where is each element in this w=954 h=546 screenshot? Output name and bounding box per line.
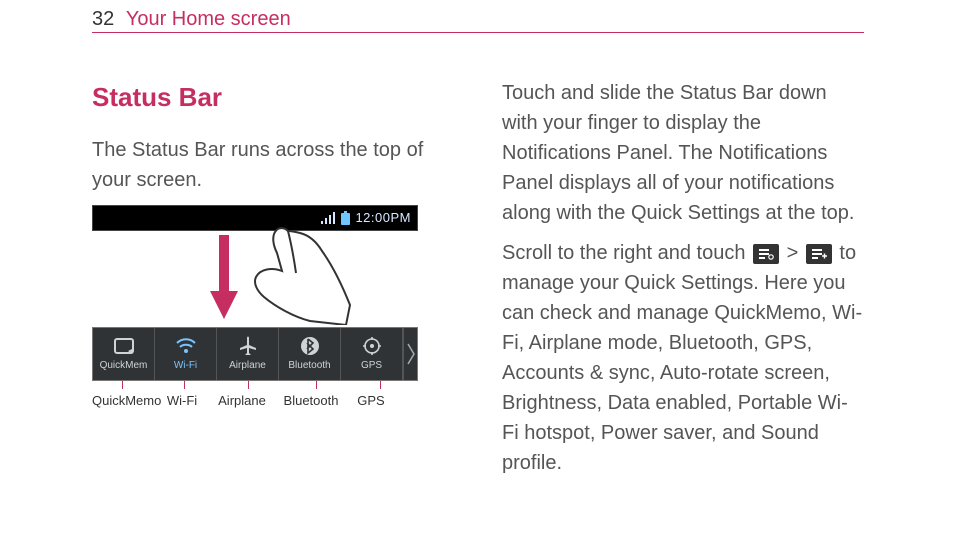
intro-text: The Status Bar runs across the top of yo… — [92, 135, 454, 195]
quick-item-bluetooth[interactable]: Bluetooth — [279, 328, 341, 380]
header-divider — [92, 32, 864, 33]
figure-label: Wi-Fi — [156, 391, 208, 411]
section-title: Status Bar — [92, 78, 454, 117]
paragraph-1: Touch and slide the Status Bar down with… — [502, 78, 864, 228]
airplane-icon — [238, 336, 258, 356]
quick-item-short: QuickMem — [100, 358, 148, 373]
content: Status Bar The Status Bar runs across th… — [92, 78, 864, 488]
figure: 12:00PM QuickMem — [92, 205, 418, 411]
quickmemo-icon — [114, 336, 134, 356]
list-edit-icon — [806, 244, 832, 264]
para2-part-c: to manage your Quick Settings. Here you … — [502, 242, 862, 474]
quick-item-short: Airplane — [229, 358, 266, 373]
list-settings-icon — [753, 244, 779, 264]
clock-text: 12:00PM — [355, 208, 411, 228]
figure-label: QuickMemo — [92, 391, 156, 411]
quick-settings-panel: QuickMem Wi-Fi Airplane — [92, 327, 418, 381]
paragraph-2: Scroll to the right and touch > to manag… — [502, 238, 864, 478]
signal-icon — [320, 212, 336, 224]
bluetooth-icon — [300, 336, 320, 356]
figure-labels: QuickMemo Wi-Fi Airplane Bluetooth GPS — [92, 391, 418, 411]
page-header: 32 Your Home screen — [92, 4, 291, 34]
chevron-right-icon[interactable] — [403, 328, 417, 380]
hand-gesture-icon — [242, 225, 352, 325]
para2-part-b: > — [781, 242, 804, 264]
page-number: 32 — [92, 8, 114, 30]
para2-part-a: Scroll to the right and touch — [502, 242, 751, 264]
label-ticks — [92, 381, 418, 389]
figure-label: GPS — [346, 391, 396, 411]
quick-item-quickmemo[interactable]: QuickMem — [93, 328, 155, 380]
left-column: Status Bar The Status Bar runs across th… — [92, 78, 454, 488]
down-arrow-icon — [210, 235, 238, 319]
gesture-area — [92, 231, 418, 327]
quick-item-short: Wi-Fi — [174, 358, 197, 373]
quick-item-wifi[interactable]: Wi-Fi — [155, 328, 217, 380]
figure-label: Airplane — [208, 391, 276, 411]
gps-icon — [362, 336, 382, 356]
right-column: Touch and slide the Status Bar down with… — [502, 78, 864, 488]
quick-item-short: GPS — [361, 358, 382, 373]
quick-item-gps[interactable]: GPS — [341, 328, 403, 380]
breadcrumb: Your Home screen — [126, 8, 291, 30]
wifi-icon — [176, 336, 196, 356]
figure-label: Bluetooth — [276, 391, 346, 411]
battery-icon — [341, 211, 350, 225]
quick-item-short: Bluetooth — [288, 358, 330, 373]
quick-item-airplane[interactable]: Airplane — [217, 328, 279, 380]
